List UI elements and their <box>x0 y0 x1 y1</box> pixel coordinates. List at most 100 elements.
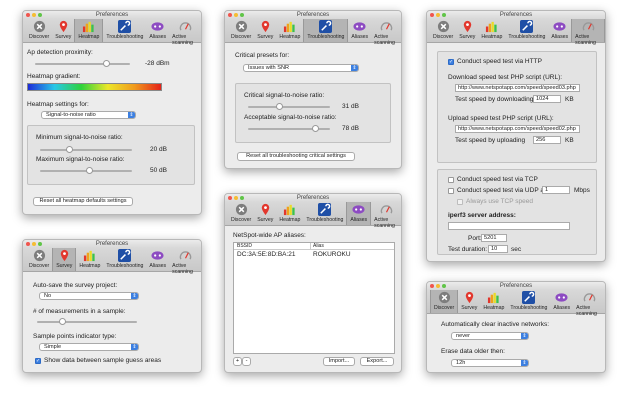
alias-column-header[interactable]: Alias <box>310 243 324 249</box>
table-row[interactable]: DC:3A:5E:8D:BA:21 ROKUROKU <box>234 250 394 258</box>
toolbar-tab-label: Troubleshooting <box>510 305 548 311</box>
reset-troubleshooting-button[interactable]: Reset all troubleshooting critical setti… <box>237 152 355 161</box>
toolbar-tab-heatmap[interactable]: Heatmap <box>276 202 303 225</box>
toolbar-tab-aliases[interactable]: Aliases <box>146 19 169 42</box>
download-by-label: Test speed by downloading <box>455 96 534 103</box>
slider-knob[interactable] <box>86 167 93 174</box>
toolbar-tab-aliases[interactable]: Aliases <box>146 248 169 271</box>
reset-heatmap-button[interactable]: Reset all heatmap defaults settings <box>33 197 133 206</box>
toolbar-tab-heatmap[interactable]: Heatmap <box>276 19 303 42</box>
add-alias-button[interactable]: + <box>233 357 242 366</box>
toolbar-tab-aliases[interactable]: Aliases <box>550 290 573 313</box>
toolbar-tab-label: Troubleshooting <box>307 34 345 40</box>
slider-knob[interactable] <box>66 146 73 153</box>
heatmap-gradient-bar[interactable] <box>27 83 162 91</box>
toolbar-tab-heatmap[interactable]: Heatmap <box>480 290 507 313</box>
toolbar-tab-troubleshooting[interactable]: Troubleshooting <box>103 19 146 42</box>
slider-knob[interactable] <box>103 60 110 67</box>
show-data-checkbox[interactable]: ✓ <box>35 358 41 364</box>
download-url-field[interactable]: http://www.netspotapp.com/speed/speed03.… <box>455 84 580 92</box>
toolbar-tab-survey[interactable]: Survey <box>254 19 276 42</box>
toolbar-tab-troubleshooting[interactable]: Troubleshooting <box>303 202 346 225</box>
measurements-slider[interactable] <box>37 318 137 325</box>
toolbar-tab-active-scanning[interactable]: Active scanning <box>573 290 605 317</box>
toolbar-tab-discover[interactable]: Discover <box>26 19 52 42</box>
toolbar-tab-survey[interactable]: Survey <box>52 19 74 42</box>
upload-size-field[interactable]: 256 <box>533 136 561 144</box>
toolbar-tab-heatmap[interactable]: Heatmap <box>76 248 103 271</box>
toolbar-tab-active-scanning[interactable]: Active scanning <box>371 202 401 229</box>
ap-proximity-value: -28 dBm <box>145 60 170 67</box>
udp-rate-field[interactable]: 1 <box>542 186 570 194</box>
toolbar-tab-discover[interactable]: Discover <box>26 248 52 271</box>
toolbar-tab-discover[interactable]: Discover <box>228 202 254 225</box>
heatmap-bars-icon <box>487 291 501 304</box>
max-snr-slider[interactable] <box>40 167 132 174</box>
toolbar-tab-active-scanning[interactable]: Active scanning <box>571 19 605 46</box>
critical-snr-label: Critical signal-to-noise ratio: <box>244 92 325 99</box>
upload-url-field[interactable]: http://www.netspotapp.com/speed/speed02.… <box>455 125 580 133</box>
heatmap-bars-icon <box>485 20 499 33</box>
map-pin-icon <box>258 20 272 33</box>
remove-alias-button[interactable]: - <box>242 357 251 366</box>
ap-proximity-slider[interactable] <box>35 60 130 67</box>
toolbar-tab-discover[interactable]: Discover <box>228 19 254 42</box>
duration-field[interactable]: 10 <box>488 245 508 253</box>
toolbar: Discover Survey Heatmap Troubleshooting Alia… <box>427 290 605 317</box>
toolbar-tab-troubleshooting[interactable]: Troubleshooting <box>103 248 146 271</box>
tcp-test-checkbox[interactable] <box>448 177 454 183</box>
toolbar-tab-aliases[interactable]: Aliases <box>348 19 371 42</box>
toolbar-tab-active-scanning[interactable]: Active scanning <box>169 19 201 46</box>
clear-inactive-popup[interactable]: never ⇕ <box>451 332 529 340</box>
chevron-updown-icon: ⇕ <box>132 293 137 299</box>
window-title: Preferences <box>499 12 533 18</box>
critical-snr-slider[interactable] <box>248 103 330 110</box>
heatmap-settings-popup[interactable]: Signal-to-noise ratio ⇕ <box>41 111 136 119</box>
gauge-icon <box>582 291 596 304</box>
acceptable-snr-slider[interactable] <box>248 125 330 132</box>
toolbar-tab-survey[interactable]: Survey <box>254 202 276 225</box>
download-size-field[interactable]: 1024 <box>533 95 561 103</box>
gauge-icon <box>379 203 393 216</box>
import-button[interactable]: Import... <box>323 357 355 366</box>
port-field[interactable]: 5201 <box>481 234 507 242</box>
export-button[interactable]: Export... <box>360 357 394 366</box>
toolbar-tab-troubleshooting[interactable]: Troubleshooting <box>505 19 548 42</box>
erase-older-popup[interactable]: 12h ⇕ <box>451 359 529 367</box>
toolbar-tab-troubleshooting[interactable]: Troubleshooting <box>507 290 550 313</box>
bssid-column-header[interactable]: BSSID <box>237 243 252 249</box>
toolbar-tab-discover[interactable]: Discover <box>430 19 456 42</box>
toolbar-tab-survey[interactable]: Survey <box>458 290 480 313</box>
toolbar-tab-label: Discover <box>434 305 455 311</box>
points-indicator-popup[interactable]: Simple ⇕ <box>39 343 139 351</box>
alias-cell: ROKUROKU <box>313 251 351 258</box>
toolbar-tab-survey[interactable]: Survey <box>456 19 478 42</box>
http-test-box: ✓ Conduct speed test via HTTP Download s… <box>437 51 597 163</box>
toolbar-tab-aliases[interactable]: Aliases <box>346 202 372 225</box>
toolbar-tab-label: Troubleshooting <box>508 34 546 40</box>
slider-knob[interactable] <box>312 125 319 132</box>
always-tcp-checkbox[interactable] <box>457 199 463 205</box>
critical-presets-popup[interactable]: Issues with SNR ⇕ <box>243 64 359 72</box>
autosave-popup[interactable]: No ⇕ <box>39 292 139 300</box>
toolbar-tab-survey[interactable]: Survey <box>52 248 77 271</box>
tcp-test-label: Conduct speed test via TCP <box>457 176 538 183</box>
aliases-table[interactable]: BSSID Alias DC:3A:5E:8D:BA:21 ROKUROKU <box>233 242 395 354</box>
toolbar-tab-troubleshooting[interactable]: Troubleshooting <box>303 19 349 42</box>
toolbar-tab-discover[interactable]: Discover <box>430 290 459 313</box>
iperf-server-field[interactable] <box>448 222 570 230</box>
toolbar-tab-active-scanning[interactable]: Active scanning <box>371 19 401 46</box>
min-snr-slider[interactable] <box>40 146 132 153</box>
udp-test-checkbox[interactable] <box>448 188 454 194</box>
toolbar-tab-active-scanning[interactable]: Active scanning <box>169 248 201 275</box>
gauge-icon <box>581 20 595 33</box>
toolbar-tab-aliases[interactable]: Aliases <box>548 19 571 42</box>
toolbar-tab-heatmap[interactable]: Heatmap <box>478 19 505 42</box>
port-label: Port: <box>468 235 482 242</box>
http-test-checkbox[interactable]: ✓ <box>448 59 454 65</box>
toolbar-tab-heatmap[interactable]: Heatmap <box>74 19 104 42</box>
toolbar-tab-label: Troubleshooting <box>106 263 144 269</box>
slider-knob[interactable] <box>276 103 283 110</box>
toolbar-tab-label: Heatmap <box>483 305 505 311</box>
slider-knob[interactable] <box>59 318 66 325</box>
